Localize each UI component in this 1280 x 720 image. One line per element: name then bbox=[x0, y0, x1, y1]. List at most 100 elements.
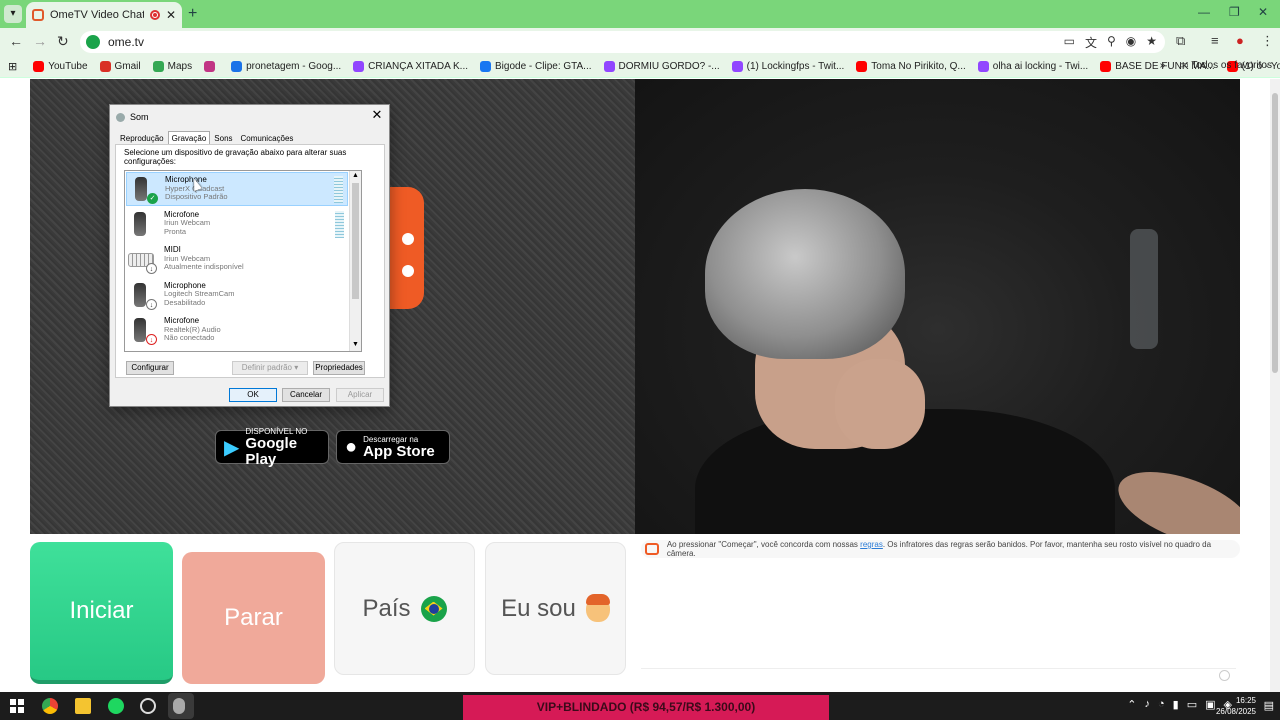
taskbar-clock[interactable]: 16:25 26/08/2025 bbox=[1216, 695, 1256, 717]
apple-icon: ● bbox=[345, 435, 358, 458]
chat-input[interactable] bbox=[641, 668, 1236, 682]
back-icon[interactable]: ← bbox=[9, 33, 23, 49]
bookmark-item[interactable]: olha ai locking - Twi... bbox=[972, 61, 1094, 72]
recording-device-list[interactable]: ✓ Microphone HyperX Quadcast Dispositivo Pa… bbox=[124, 170, 362, 352]
scroll-down-icon[interactable]: ▼ bbox=[352, 341, 359, 348]
site-info-icon[interactable] bbox=[86, 35, 100, 49]
forward-icon[interactable]: → bbox=[33, 33, 47, 49]
set-default-button[interactable]: Definir padrão ▾ bbox=[232, 361, 308, 375]
gender-button[interactable]: Eu sou bbox=[485, 542, 626, 675]
bookmark-favicon-icon bbox=[353, 61, 365, 72]
cast-icon[interactable]: ▭ bbox=[1064, 34, 1075, 51]
start-button[interactable]: Iniciar bbox=[30, 542, 173, 684]
zoom-icon[interactable]: ⚲ bbox=[1107, 34, 1116, 51]
notification-icon[interactable]: ▤ bbox=[1264, 699, 1274, 712]
bookmark-item[interactable]: Gmail bbox=[94, 61, 147, 72]
page-scrollbar[interactable] bbox=[1270, 79, 1280, 692]
dialog-close-icon[interactable]: ✕ bbox=[369, 107, 385, 123]
close-window-icon[interactable]: ✕ bbox=[1258, 5, 1268, 19]
eye-icon[interactable]: ◉ bbox=[1126, 34, 1136, 51]
bookmark-item[interactable]: CRIANÇA XITADA K... bbox=[347, 61, 474, 72]
obs-icon[interactable] bbox=[140, 698, 156, 714]
media-controls-icon[interactable]: ≡ bbox=[1211, 33, 1219, 48]
apply-button[interactable]: Aplicar bbox=[336, 388, 384, 402]
extensions-icon[interactable]: ⧉ bbox=[1176, 33, 1185, 49]
bookmark-item[interactable]: Bigode - Clipe: GTA... bbox=[474, 61, 598, 72]
bookmark-favicon-icon bbox=[480, 61, 491, 72]
properties-button[interactable]: Propriedades bbox=[313, 361, 365, 375]
recording-device-item[interactable]: ✓ Microphone HyperX Quadcast Dispositivo Pa… bbox=[126, 172, 348, 206]
bookmark-label: Toma No Pirikito, Q... bbox=[871, 61, 966, 72]
bookmark-item[interactable] bbox=[198, 61, 225, 72]
tray-chevron-icon[interactable]: ⌃ bbox=[1127, 698, 1136, 711]
bookmark-item[interactable]: Maps bbox=[147, 61, 198, 72]
stop-button[interactable]: Parar bbox=[182, 552, 325, 684]
spotify-icon[interactable] bbox=[108, 698, 124, 714]
logo-dot bbox=[402, 265, 414, 277]
chrome-icon[interactable] bbox=[42, 698, 58, 714]
new-tab-button[interactable]: + bbox=[188, 5, 197, 23]
recording-device-item[interactable]: ↓ Microphone Logitech StreamCam Desabilitad… bbox=[126, 279, 348, 313]
bookmark-item[interactable]: pronetagem - Goog... bbox=[225, 61, 347, 72]
bookmark-item[interactable]: DORMIU GORDO? -... bbox=[598, 61, 726, 72]
bookmark-item[interactable]: (1) Lockingfps - Twit... bbox=[726, 61, 851, 72]
recording-device-item[interactable]: ↓ MIDI Iriun Webcam Atualmente indisponível bbox=[126, 243, 348, 277]
rules-link[interactable]: regras bbox=[860, 540, 883, 549]
display-icon[interactable]: ▣ bbox=[1205, 698, 1215, 711]
tab-close-icon[interactable]: ✕ bbox=[166, 8, 176, 22]
windows-start-icon[interactable] bbox=[10, 699, 24, 713]
boy-emoji-icon bbox=[585, 593, 610, 622]
tab-ometv[interactable]: OmeTV Video Chat — Ome ✕ bbox=[26, 2, 182, 28]
chevron-down-icon[interactable]: ▾ bbox=[4, 5, 22, 23]
scroll-up-icon[interactable]: ▲ bbox=[352, 172, 359, 179]
battery-icon[interactable]: ▭ bbox=[1187, 698, 1197, 711]
microphone-icon: ↓ bbox=[126, 279, 157, 311]
mic-tray-icon[interactable]: ▮ bbox=[1173, 698, 1179, 711]
all-bookmarks-folder[interactable]: ▭ Todos os favoritos bbox=[1179, 60, 1272, 71]
recording-panel: Selecione um dispositivo de gravação aba… bbox=[115, 144, 385, 378]
dialog-titlebar[interactable]: Som bbox=[116, 109, 149, 125]
speaker-icon bbox=[116, 112, 125, 122]
default-check-icon: ✓ bbox=[147, 193, 158, 204]
network-icon[interactable]: ◔ bbox=[1158, 698, 1165, 711]
url-text: ome.tv bbox=[108, 35, 145, 49]
bottle-shape bbox=[1130, 229, 1158, 349]
sound-settings-icon[interactable] bbox=[173, 698, 185, 714]
bookmark-favicon-icon bbox=[33, 61, 45, 72]
file-explorer-icon[interactable] bbox=[75, 698, 91, 714]
app-store-button[interactable]: ● Descarregar na App Store bbox=[336, 430, 450, 464]
profile-icon[interactable]: ● bbox=[1236, 33, 1244, 48]
bookmarks-more-button[interactable]: » bbox=[1160, 60, 1166, 71]
configure-button[interactable]: Configurar bbox=[126, 361, 174, 375]
ok-button[interactable]: OK bbox=[229, 388, 277, 402]
scrollbar-thumb[interactable] bbox=[1272, 93, 1278, 373]
emoji-icon[interactable] bbox=[1219, 670, 1230, 681]
translate-icon[interactable]: 文 bbox=[1085, 34, 1097, 51]
minimize-icon[interactable]: — bbox=[1198, 5, 1210, 19]
reload-icon[interactable]: ↻ bbox=[57, 33, 69, 50]
device-list-thumb[interactable] bbox=[352, 183, 359, 299]
maximize-icon[interactable]: ❐ bbox=[1229, 5, 1240, 19]
device-list-scrollbar[interactable]: ▲ ▼ bbox=[349, 171, 361, 351]
bookmark-star-icon[interactable]: ★ bbox=[1146, 34, 1157, 51]
google-play-button[interactable]: ▶ DISPONÍVEL NO Google Play bbox=[215, 427, 329, 467]
chat-panel: Ao pressionar "Começar", você concorda c… bbox=[635, 534, 1240, 684]
bookmark-item[interactable]: YouTube bbox=[27, 61, 93, 72]
recording-device-item[interactable]: ↓ Microfone Realtek(R) Audio Não conectado bbox=[126, 314, 348, 348]
country-button[interactable]: País bbox=[334, 542, 475, 675]
cancel-button[interactable]: Cancelar bbox=[282, 388, 330, 402]
ometv-logo-shape bbox=[390, 187, 424, 309]
level-meter bbox=[335, 210, 344, 238]
clock-time: 16:25 bbox=[1235, 696, 1256, 705]
menu-icon[interactable]: ⋮ bbox=[1261, 33, 1274, 49]
dialog-instruction: Selecione um dispositivo de gravação aba… bbox=[124, 148, 347, 166]
bookmark-item[interactable]: Toma No Pirikito, Q... bbox=[850, 61, 971, 72]
bookmark-favicon-icon bbox=[99, 61, 111, 72]
apps-icon[interactable]: ⊞ bbox=[8, 60, 17, 73]
volume-icon[interactable]: ♪ bbox=[1145, 698, 1151, 711]
tab-title: OmeTV Video Chat — Ome bbox=[50, 9, 144, 21]
country-label: País bbox=[362, 594, 411, 622]
person-arm-shape bbox=[1108, 456, 1240, 534]
address-bar[interactable]: ome.tv ▭ 文 ⚲ ◉ ★ bbox=[80, 31, 1165, 53]
recording-device-item[interactable]: Microfone Iriun Webcam Pronta bbox=[126, 208, 348, 242]
